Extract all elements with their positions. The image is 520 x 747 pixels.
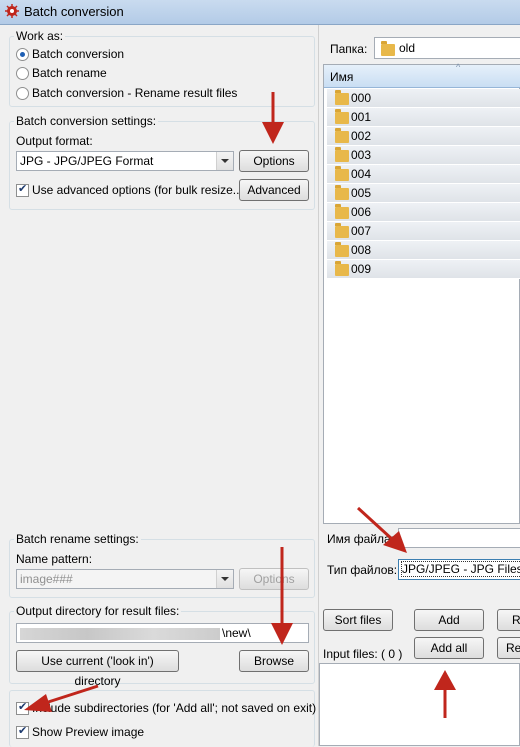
list-item-label: 007 (351, 224, 372, 238)
remove-all-button[interactable]: Rei (497, 637, 520, 659)
input-files-list[interactable] (319, 663, 520, 746)
annotation-arrow-down-icon (271, 547, 293, 645)
folder-value: old (399, 41, 416, 55)
folder-label: Папка: (330, 42, 368, 56)
work-as-legend: Work as: (16, 29, 64, 43)
filename-field[interactable] (398, 528, 520, 548)
list-item[interactable]: 005 (327, 184, 520, 203)
column-name-label: Имя (330, 70, 354, 84)
radio-conversion-rename-label[interactable]: Batch conversion - Rename result files (32, 86, 237, 100)
folder-icon (335, 204, 349, 219)
name-pattern-select[interactable]: image### (16, 569, 234, 589)
list-item[interactable]: 008 (327, 241, 520, 260)
list-item-label: 001 (351, 110, 372, 124)
list-item[interactable]: 002 (327, 127, 520, 146)
list-item-label: 000 (351, 91, 372, 105)
name-pattern-value: image### (20, 572, 73, 586)
add-button[interactable]: Add (414, 609, 484, 631)
radio-batch-conversion[interactable] (16, 48, 29, 61)
output-format-select[interactable]: JPG - JPG/JPEG Format (16, 151, 234, 171)
pane-divider[interactable] (318, 25, 319, 746)
remove-button[interactable]: R (497, 609, 520, 631)
input-files-label: Input files: ( 0 ) (323, 647, 403, 661)
list-item[interactable]: 001 (327, 108, 520, 127)
output-format-value: JPG - JPG/JPEG Format (20, 154, 154, 168)
output-directory-legend: Output directory for result files: (16, 604, 180, 618)
list-item-label: 003 (351, 148, 372, 162)
annotation-arrow-up-icon (434, 670, 456, 718)
title-bar: Batch conversion (0, 0, 520, 25)
redacted-path (20, 627, 220, 640)
radio-batch-rename[interactable] (16, 67, 29, 80)
show-preview-label[interactable]: Show Preview image (32, 725, 144, 739)
folder-icon (335, 242, 349, 257)
show-preview-checkbox[interactable] (16, 724, 29, 739)
list-item-label: 008 (351, 243, 372, 257)
format-options-button[interactable]: Options (239, 150, 309, 172)
folder-icon (335, 109, 349, 124)
advanced-options-label[interactable]: Use advanced options (for bulk resize...… (32, 183, 247, 197)
annotation-arrow-down-icon (262, 92, 284, 144)
folder-select[interactable]: old (374, 37, 520, 59)
advanced-options-checkbox[interactable] (16, 182, 29, 197)
output-format-label: Output format: (16, 134, 93, 148)
conversion-settings-legend: Batch conversion settings: (16, 114, 157, 128)
list-item-label: 006 (351, 205, 372, 219)
list-item[interactable]: 000 (327, 89, 520, 108)
folder-icon (335, 128, 349, 143)
add-all-button[interactable]: Add all (414, 637, 484, 659)
list-item[interactable]: 004 (327, 165, 520, 184)
folder-icon (381, 41, 395, 56)
list-item-label: 004 (351, 167, 372, 181)
list-item-label: 005 (351, 186, 372, 200)
folder-icon (335, 90, 349, 105)
sort-files-button[interactable]: Sort files (323, 609, 393, 631)
folder-icon (335, 261, 349, 276)
list-item[interactable]: 003 (327, 146, 520, 165)
column-header-name[interactable]: Имя ^ (324, 62, 520, 88)
radio-batch-conversion-label[interactable]: Batch conversion (32, 47, 124, 61)
filetype-label: Тип файлов: (327, 563, 398, 577)
advanced-button[interactable]: Advanced (239, 179, 309, 201)
browse-button[interactable]: Browse (239, 650, 309, 672)
name-pattern-label: Name pattern: (16, 552, 93, 566)
annotation-arrow-left-icon (24, 684, 99, 712)
list-item-label: 002 (351, 129, 372, 143)
list-item[interactable]: 009 (327, 260, 520, 279)
window-title: Batch conversion (24, 4, 124, 19)
use-current-directory-button[interactable]: Use current ('look in') directory (16, 650, 179, 688)
app-logo-icon (5, 4, 19, 18)
folder-icon (335, 166, 349, 181)
radio-conversion-rename[interactable] (16, 87, 29, 100)
filetype-value: JPG/JPEG - JPG Files (401, 561, 520, 577)
output-directory-suffix: \new\ (222, 626, 251, 640)
list-item[interactable]: 006 (327, 203, 520, 222)
list-item-label: 009 (351, 262, 372, 276)
rename-settings-legend: Batch rename settings: (16, 532, 139, 546)
radio-batch-rename-label[interactable]: Batch rename (32, 66, 107, 80)
chevron-down-icon[interactable] (216, 152, 233, 170)
folder-icon (335, 147, 349, 162)
annotation-arrow-diagonal-icon (356, 506, 407, 553)
chevron-down-icon[interactable] (216, 570, 233, 588)
sort-ascending-icon: ^ (456, 62, 461, 72)
folder-icon (335, 223, 349, 238)
folder-icon (335, 185, 349, 200)
list-item[interactable]: 007 (327, 222, 520, 241)
filetype-select[interactable]: JPG/JPEG - JPG Files (398, 559, 520, 580)
